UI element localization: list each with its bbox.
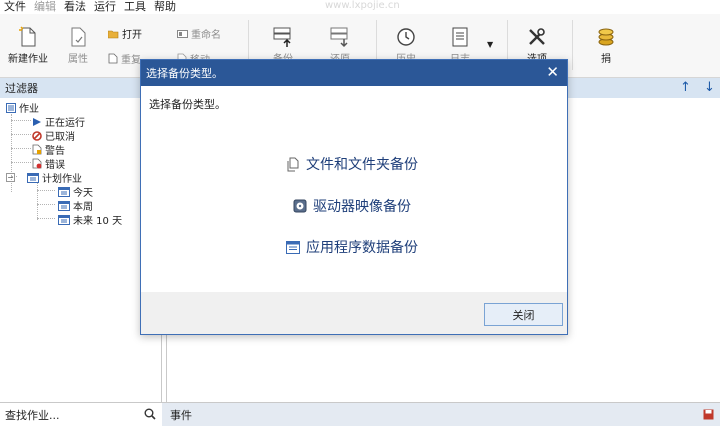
menu-run[interactable]: 运行 <box>90 0 120 14</box>
open-button[interactable]: 打开 <box>108 26 142 41</box>
reset-label: 重复 <box>121 55 141 66</box>
cancel-icon <box>32 130 42 141</box>
tree-item-next-10-days[interactable]: 未来 10 天 <box>58 212 122 227</box>
ribbon-separator <box>572 20 573 70</box>
tools-icon <box>529 28 545 45</box>
error-doc-icon <box>32 158 42 169</box>
dialog-prompt: 选择备份类型。 <box>149 98 226 111</box>
dialog-footer: 关闭 <box>141 292 567 334</box>
menu-help[interactable]: 帮助 <box>150 0 180 14</box>
calendar-icon <box>58 201 70 211</box>
save-icon[interactable] <box>703 409 714 420</box>
tree-label: 已取消 <box>45 132 75 143</box>
option-app-data-backup[interactable]: 应用程序数据备份 <box>286 237 418 257</box>
dialog-body: 选择备份类型。 文件和文件夹备份 驱动器映像备份 应用程序数据备份 <box>141 86 567 292</box>
rename-icon <box>177 29 188 38</box>
search-icon[interactable] <box>144 408 156 420</box>
events-label: 事件 <box>170 408 192 422</box>
tree-item-jobs[interactable]: 作业 <box>6 100 39 115</box>
events-panel-bar: 事件 <box>162 402 720 426</box>
option-file-folder-backup[interactable]: 文件和文件夹备份 <box>286 154 418 174</box>
option-label: 驱动器映像备份 <box>313 199 411 215</box>
dialog-title: 选择备份类型。 <box>146 67 223 80</box>
tree-line <box>11 162 31 163</box>
properties-label: 属性 <box>68 54 88 65</box>
tree-line <box>37 190 55 191</box>
dialog-title-bar: 选择备份类型。 ✕ <box>141 60 567 86</box>
menu-view[interactable]: 看法 <box>60 0 90 14</box>
option-label: 文件和文件夹备份 <box>306 157 418 173</box>
tree-label: 计划作业 <box>42 174 82 185</box>
disk-icon <box>293 199 307 213</box>
dialog-close-icon[interactable]: ✕ <box>546 63 559 81</box>
coins-icon <box>598 28 614 46</box>
close-button-label: 关闭 <box>512 308 535 322</box>
page-icon <box>108 53 118 64</box>
donate-label: 捐 <box>601 54 611 65</box>
rename-label: 重命名 <box>191 30 221 41</box>
tree-label: 本周 <box>73 202 93 213</box>
move-down-icon[interactable]: ↓ <box>704 80 715 95</box>
tree-item-warning[interactable]: 警告 <box>32 142 65 157</box>
restore-icon <box>330 27 348 48</box>
log-dropdown-icon[interactable]: ▼ <box>487 40 493 49</box>
history-clock-icon <box>397 28 415 46</box>
menu-tools[interactable]: 工具 <box>120 0 150 14</box>
tree-label: 未来 10 天 <box>73 216 123 227</box>
properties-icon <box>71 27 86 47</box>
list-icon <box>6 102 16 113</box>
tree-item-running[interactable]: 正在运行 <box>32 114 85 129</box>
properties-button[interactable]: 属性 <box>62 26 94 65</box>
tree-line <box>37 218 55 219</box>
backup-icon <box>273 27 291 47</box>
collapse-toggle-icon[interactable]: − <box>6 173 15 182</box>
filter-header-label: 过滤器 <box>5 82 38 95</box>
log-document-icon <box>452 27 468 47</box>
tree-item-cancelled[interactable]: 已取消 <box>32 128 75 143</box>
tree-line <box>11 120 31 121</box>
donate-button[interactable]: 捐 <box>594 26 618 65</box>
tree-label: 错误 <box>45 160 65 171</box>
move-up-icon[interactable]: ↑ <box>680 80 691 95</box>
menu-bar: 文件 编辑 看法 运行 工具 帮助 www.lxpojie.cn <box>0 0 720 14</box>
calendar-icon <box>58 187 70 197</box>
tree-item-this-week[interactable]: 本周 <box>58 198 93 213</box>
tree-item-today[interactable]: 今天 <box>58 184 93 199</box>
tree-label: 今天 <box>73 188 93 199</box>
play-icon <box>33 117 41 126</box>
option-label: 应用程序数据备份 <box>306 240 418 256</box>
calendar-icon <box>58 215 70 225</box>
open-label: 打开 <box>122 30 142 41</box>
tree-line <box>37 204 55 205</box>
tree-item-scheduled[interactable]: − 计划作业 <box>6 170 82 185</box>
rename-button[interactable]: 重命名 <box>177 26 221 41</box>
app-window-icon <box>286 240 300 254</box>
menu-edit[interactable]: 编辑 <box>30 0 60 14</box>
tree-line <box>11 148 31 149</box>
option-drive-image-backup[interactable]: 驱动器映像备份 <box>293 196 411 216</box>
new-job-label: 新建作业 <box>8 54 48 65</box>
files-icon <box>287 157 299 171</box>
tree-line <box>11 134 31 135</box>
watermark: www.lxpojie.cn <box>325 0 400 11</box>
backup-type-dialog: 选择备份类型。 ✕ 选择备份类型。 文件和文件夹备份 驱动器映像备份 应用程序数… <box>140 59 568 335</box>
menu-file[interactable]: 文件 <box>0 0 30 14</box>
tree-label: 正在运行 <box>45 118 85 129</box>
tree-label: 作业 <box>19 104 39 115</box>
new-document-icon <box>19 26 36 47</box>
tree-label: 警告 <box>45 146 65 157</box>
search-placeholder: 查找作业... <box>5 408 60 422</box>
filter-header: 过滤器 <box>0 78 162 98</box>
warning-doc-icon <box>32 144 42 155</box>
close-button[interactable]: 关闭 <box>484 303 563 326</box>
calendar-icon <box>27 173 39 183</box>
tree-item-error[interactable]: 错误 <box>32 156 65 171</box>
folder-open-icon <box>108 30 119 38</box>
reset-button[interactable]: 重复 <box>108 51 141 66</box>
new-job-button[interactable]: 新建作业 <box>6 26 50 65</box>
job-search-input[interactable]: 查找作业... <box>0 402 162 426</box>
tree-line <box>37 182 38 220</box>
filter-tree: 作业 正在运行 已取消 警告 错误 − 计划作业 今天 本周 未来 10 天 <box>0 98 162 402</box>
